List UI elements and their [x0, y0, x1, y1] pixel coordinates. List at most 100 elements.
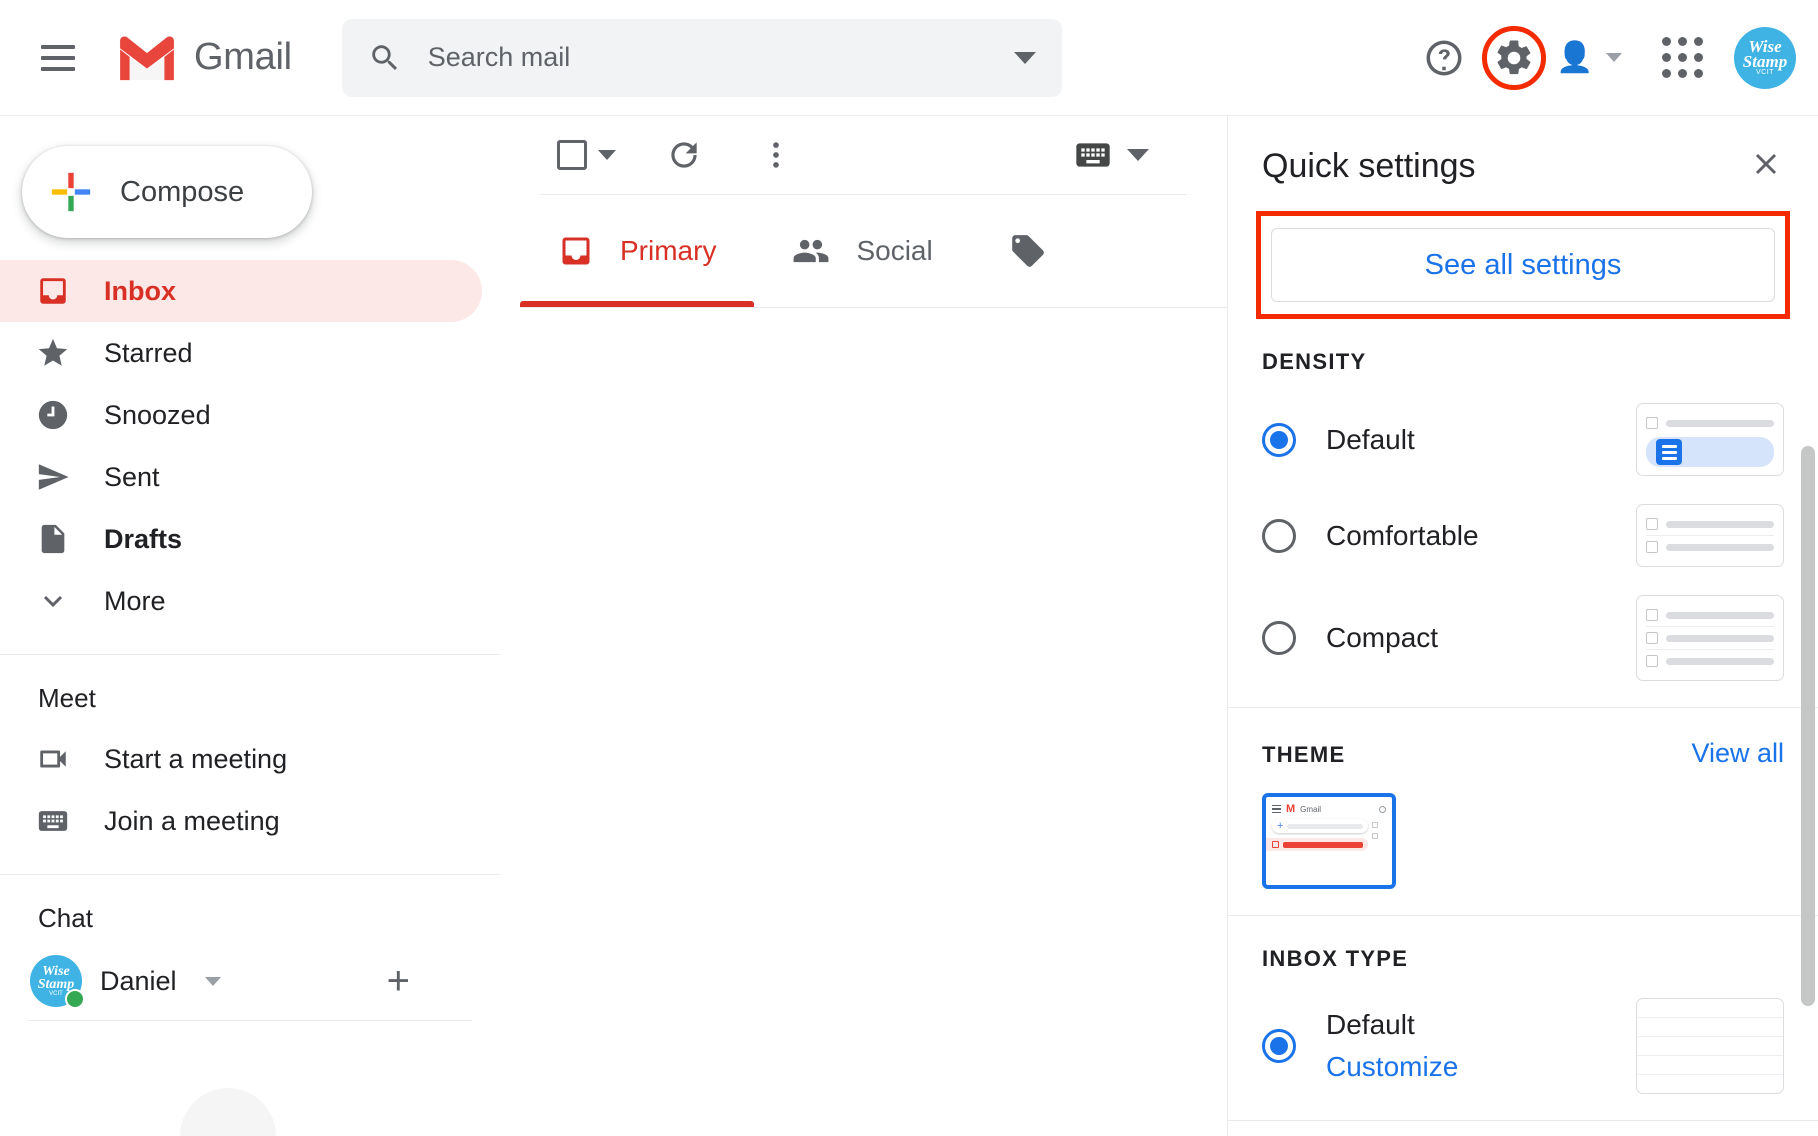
see-all-settings-label: See all settings [1425, 249, 1622, 282]
draft-icon [32, 522, 74, 556]
brand-name: Gmail [194, 36, 292, 79]
density-section: DENSITY Default Comfortable [1228, 319, 1818, 708]
compose-button[interactable]: Compose [22, 146, 312, 238]
page-title: Quick settings [1262, 147, 1476, 186]
app-body: Compose Inbox Starred Snoozed [0, 116, 1818, 1136]
tab-label: Social [856, 235, 932, 267]
settings-gear-button[interactable] [1482, 26, 1546, 90]
brand: Gmail [116, 34, 292, 82]
checkbox-icon [557, 140, 587, 170]
quick-settings-scrollbar[interactable] [1801, 446, 1815, 1006]
chevron-down-icon[interactable] [1127, 149, 1149, 161]
quick-settings-header: Quick settings [1228, 116, 1818, 211]
status-emoji-button[interactable]: 👤 [1552, 26, 1598, 90]
density-option-default[interactable]: Default [1262, 403, 1784, 476]
app-header: Gmail 👤 [0, 0, 1818, 116]
radio-button[interactable] [1262, 423, 1296, 457]
sidebar-item-inbox[interactable]: Inbox [0, 260, 482, 322]
hamburger-icon[interactable] [30, 30, 86, 86]
tab-primary[interactable]: Primary [520, 195, 754, 307]
chevron-down-icon[interactable] [1606, 53, 1622, 62]
search-input[interactable] [428, 42, 988, 73]
chevron-down-icon[interactable] [598, 150, 616, 160]
inbox-type-option-default[interactable]: Default Customize [1262, 998, 1784, 1094]
avatar-line3: VCIT [1756, 69, 1774, 77]
theme-label: THEME [1262, 742, 1346, 768]
plus-icon [48, 169, 94, 215]
account-status-icon: 👤 [1556, 43, 1593, 73]
search-bar[interactable] [342, 19, 1062, 97]
sidebar-item-label: Inbox [104, 276, 176, 307]
refresh-icon [665, 136, 703, 174]
refresh-button[interactable] [652, 123, 716, 187]
see-all-settings-button[interactable]: See all settings [1271, 228, 1775, 302]
tab-social[interactable]: Social [754, 195, 970, 307]
density-preview-compact [1636, 595, 1784, 681]
apps-grid-icon[interactable] [1650, 26, 1714, 90]
sidebar-item-label: Snoozed [104, 400, 211, 431]
inbox-tabs: Primary Social [500, 195, 1227, 307]
inbox-type-preview [1636, 998, 1784, 1094]
density-preview-comfortable [1636, 504, 1784, 567]
sidebar-item-sent[interactable]: Sent [0, 446, 482, 508]
close-icon[interactable] [1748, 146, 1784, 187]
chat-avatar-line3: VCIT [49, 991, 63, 998]
keyboard-icon [32, 804, 74, 838]
quick-settings-panel: Quick settings See all settings DENSITY [1228, 116, 1818, 1136]
input-tools-group[interactable] [1073, 135, 1149, 175]
sidebar-item-label: Starred [104, 338, 193, 369]
sidebar-item-drafts[interactable]: Drafts [0, 508, 482, 570]
chat-section-title: Chat [0, 875, 500, 948]
theme-thumbnail-selected[interactable]: M Gmail + [1262, 793, 1396, 889]
select-all-checkbox[interactable] [540, 123, 604, 187]
plus-icon: + [1277, 822, 1283, 830]
tag-icon [1009, 232, 1047, 270]
sidebar-item-start-meeting[interactable]: Start a meeting [0, 728, 482, 790]
radio-button[interactable] [1262, 621, 1296, 655]
sidebar-item-more[interactable]: More [0, 570, 482, 632]
mail-toolbar [500, 116, 1227, 194]
video-camera-icon [32, 742, 74, 776]
mail-list [500, 308, 1227, 1136]
star-icon [32, 336, 74, 370]
theme-section: THEME View all M Gmail + [1228, 708, 1818, 916]
hamburger-icon [1272, 805, 1281, 814]
sidebar-item-snoozed[interactable]: Snoozed [0, 384, 482, 446]
gmail-logo-icon [116, 34, 178, 82]
sidebar-item-join-meeting[interactable]: Join a meeting [0, 790, 482, 852]
sidebar-item-label: More [104, 586, 166, 617]
chat-user-row[interactable]: Wise Stamp VCIT Daniel + [0, 948, 500, 1014]
inbox-type-label: INBOX TYPE [1262, 946, 1784, 972]
chat-avatar: Wise Stamp VCIT [30, 955, 82, 1007]
theme-view-all-link[interactable]: View all [1691, 738, 1784, 769]
gmail-logo-icon: M [1286, 803, 1295, 815]
chat-avatar-line2: Stamp [38, 978, 75, 991]
more-options-button[interactable] [744, 123, 808, 187]
keyboard-icon [1073, 135, 1113, 175]
decorative-circle [180, 1088, 276, 1136]
add-chat-button[interactable]: + [387, 961, 410, 1001]
inbox-type-customize-link[interactable]: Customize [1326, 1051, 1458, 1083]
meet-section-title: Meet [0, 655, 500, 728]
search-icon [1379, 806, 1386, 813]
density-label: DENSITY [1262, 349, 1784, 375]
density-option-label: Comfortable [1326, 520, 1479, 552]
radio-button[interactable] [1262, 519, 1296, 553]
inbox-type-section: INBOX TYPE Default Customize [1228, 916, 1818, 1121]
density-preview-default [1636, 403, 1784, 476]
gear-icon [1493, 36, 1535, 80]
density-option-compact[interactable]: Compact [1262, 595, 1784, 681]
density-option-label: Default [1326, 424, 1415, 456]
search-icon [368, 41, 402, 75]
sidebar-item-starred[interactable]: Starred [0, 322, 482, 384]
chevron-down-icon[interactable] [205, 977, 221, 986]
sidebar: Compose Inbox Starred Snoozed [0, 116, 500, 1136]
density-option-comfortable[interactable]: Comfortable [1262, 504, 1784, 567]
clock-icon [32, 398, 74, 432]
chevron-down-icon[interactable] [1014, 52, 1036, 64]
help-circle-icon[interactable] [1412, 26, 1476, 90]
inbox-icon [1272, 841, 1279, 848]
radio-button[interactable] [1262, 1029, 1296, 1063]
tab-promotions[interactable] [971, 195, 1085, 307]
avatar[interactable]: Wise Stamp VCIT [1734, 27, 1796, 89]
